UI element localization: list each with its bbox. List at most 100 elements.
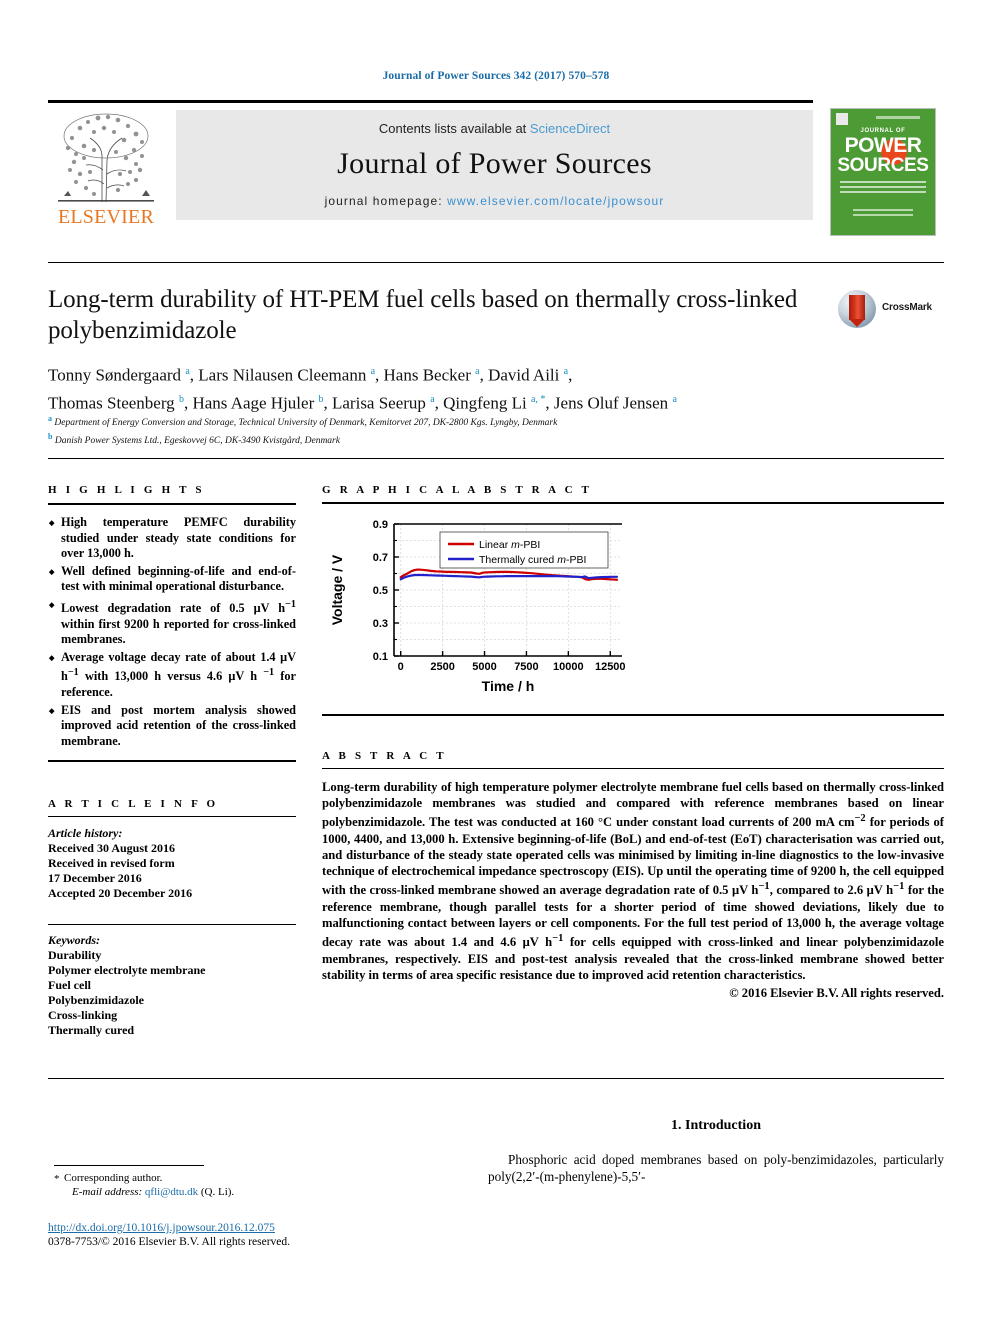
graphical-abstract-figure: 0.1 0.3 0.5 0.7 0.9 0 2500 5000 7500 10000 12500 Ti… [322,514,944,704]
page-title: Long-term durability of HT-PEM fuel cell… [48,286,798,344]
article-history-line: Accepted 20 December 2016 [48,885,193,900]
journal-cover-thumbnail: JOURNAL OF POWER SOURCES [830,108,936,236]
highlights-top-rule [48,503,296,505]
elsevier-tree-svg [58,113,154,203]
x-tick-label: 0 [398,661,404,673]
cover-elsevier-mark-icon [836,113,848,125]
article-info-heading: A R T I C L E I N F O [48,797,219,810]
paper-page: Journal of Power Sources 342 (2017) 570–… [0,0,992,1323]
highlight-item: High temperature PEMFC durability studie… [48,515,296,562]
y-tick-label: 0.3 [373,618,388,630]
keyword-item: Polymer electrolyte membrane [48,962,206,977]
corresponding-author-line: * Corresponding author. [54,1171,454,1185]
keyword-item: Durability [48,947,102,962]
article-history-line: Received 30 August 2016 [48,840,175,855]
contents-line: Contents lists available at ScienceDirec… [176,121,813,136]
crossmark-label: CrossMark [882,302,932,313]
x-tick-label: 7500 [514,661,538,673]
corresponding-star: * [54,1173,60,1185]
corresponding-author-note: * Corresponding author. E-mail address: … [54,1165,454,1199]
x-tick-label: 5000 [472,661,496,673]
y-tick-label: 0.9 [373,519,388,531]
contents-prefix: Contents lists available at [378,121,530,136]
masthead-top-rule [48,100,813,103]
article-history-line: Received in revised form [48,855,175,870]
x-axis-label: Time / h [482,678,535,694]
doi-link[interactable]: http://dx.doi.org/10.1016/j.jpowsour.201… [48,1222,468,1234]
homepage-prefix: journal homepage: [324,194,448,208]
keyword-item: Fuel cell [48,977,91,992]
highlights-list: High temperature PEMFC durability studie… [48,515,296,750]
keywords-lines: Durability Polymer electrolyte membrane Fu… [48,948,296,1038]
homepage-url-link[interactable]: www.elsevier.com/locate/jpowsour [447,194,664,208]
keyword-item: Thermally cured [48,1022,135,1037]
graphical-abstract-bottom-rule [322,714,944,716]
introduction-heading: 1. Introduction [671,1118,761,1133]
keywords-block: Keywords: Durability Polymer electrolyte … [48,933,296,1038]
crossmark-badge[interactable]: CrossMark [838,290,942,330]
legend-label: Thermally cured m-PBI [479,554,586,566]
x-tick-label: 12500 [595,661,626,673]
article-history: Article history: Received 30 August 2016… [48,826,296,901]
right-column: G R A P H I C A L A B S T R A C T 0.1 0.3… [322,484,944,1001]
elsevier-logo: ELSEVIER [50,110,162,232]
highlight-item: Average voltage decay rate of about 1.4 … [48,650,296,701]
email-label: E-mail address: [72,1186,143,1198]
journal-title: Journal of Power Sources [337,147,652,180]
author-list: Tonny Søndergaard a, Lars Nilausen Cleem… [48,360,928,415]
cover-sources-label: SOURCES [837,155,929,176]
legend-label: Linear m-PBI [479,539,540,551]
affiliation-list: a Department of Energy Conversion and St… [48,412,928,448]
highlight-item: Well defined beginning-of-life and end-o… [48,564,296,595]
email-owner: (Q. Li). [200,1186,235,1198]
footnote-rule [54,1165,204,1166]
running-head: Journal of Power Sources 342 (2017) 570–… [382,70,610,82]
cover-issue-line [876,116,920,119]
article-history-label: Article history: [48,825,123,840]
cover-power-label: POWER [844,134,922,157]
introduction-section: 1. Introduction Phosphoric acid doped me… [488,1118,944,1185]
issn-copyright-line: 0378-7753/© 2016 Elsevier B.V. All right… [48,1236,291,1248]
keyword-item: Polybenzimidazole [48,992,144,1007]
keywords-label: Keywords: [48,932,100,947]
email-link[interactable]: qfli@dtu.dk [145,1186,198,1198]
graphical-abstract-heading: G R A P H I C A L A B S T R A C T [322,484,593,496]
highlight-item: Lowest degradation rate of 0.5 μV h−1 wi… [48,597,296,648]
affiliation-bottom-rule [48,458,944,459]
left-column: H I G H L I G H T S High temperature PEM… [48,484,296,1038]
abstract-heading: A B S T R A C T [322,750,447,762]
y-tick-label: 0.5 [373,585,388,597]
article-info-top-rule [48,815,296,817]
article-history-lines: Received 30 August 2016 Received in revis… [48,841,296,901]
graphical-abstract-top-rule [322,502,944,504]
highlights-heading: H I G H L I G H T S [48,484,205,496]
article-info-separator-rule [48,923,296,925]
cover-top-row [836,113,930,125]
email-line: E-mail address: qfli@dtu.dk (Q. Li). [54,1185,454,1199]
abstract-top-rule [322,768,944,769]
journal-masthead: ELSEVIER Contents lists available at Sci… [48,100,944,236]
y-tick-label: 0.1 [373,651,388,663]
homepage-line: journal homepage: www.elsevier.com/locat… [176,194,813,208]
highlight-item: EIS and post mortem analysis showed impr… [48,703,296,750]
article-history-line: 17 December 2016 [48,870,142,885]
y-axis-label: Voltage / V [329,554,345,625]
x-tick-label: 2500 [430,661,454,673]
title-top-rule [48,262,944,263]
affiliation-b: b Danish Power Systems Ltd., Egeskovvej … [48,432,340,447]
abstract-text: Long-term durability of high temperature… [322,780,945,982]
crossmark-bookmark-icon [849,295,865,327]
elsevier-wordmark: ELSEVIER [57,206,155,228]
page-bottom-rule [48,1078,944,1079]
author-line-1: Tonny Søndergaard a, Lars Nilausen Cleem… [48,365,573,385]
corresponding-author-label: Corresponding author. [64,1172,163,1184]
cover-blurb-lines [840,181,926,197]
abstract-copyright: © 2016 Elsevier B.V. All rights reserved… [729,986,944,1000]
highlights-bottom-rule [48,759,296,762]
journal-banner: Contents lists available at ScienceDirec… [176,110,813,220]
keyword-item: Cross-linking [48,1007,118,1022]
x-tick-label: 10000 [553,661,584,673]
elsevier-tree-icon [50,110,162,206]
doi-block: http://dx.doi.org/10.1016/j.jpowsour.201… [48,1222,468,1248]
sciencedirect-link[interactable]: ScienceDirect [530,121,610,136]
